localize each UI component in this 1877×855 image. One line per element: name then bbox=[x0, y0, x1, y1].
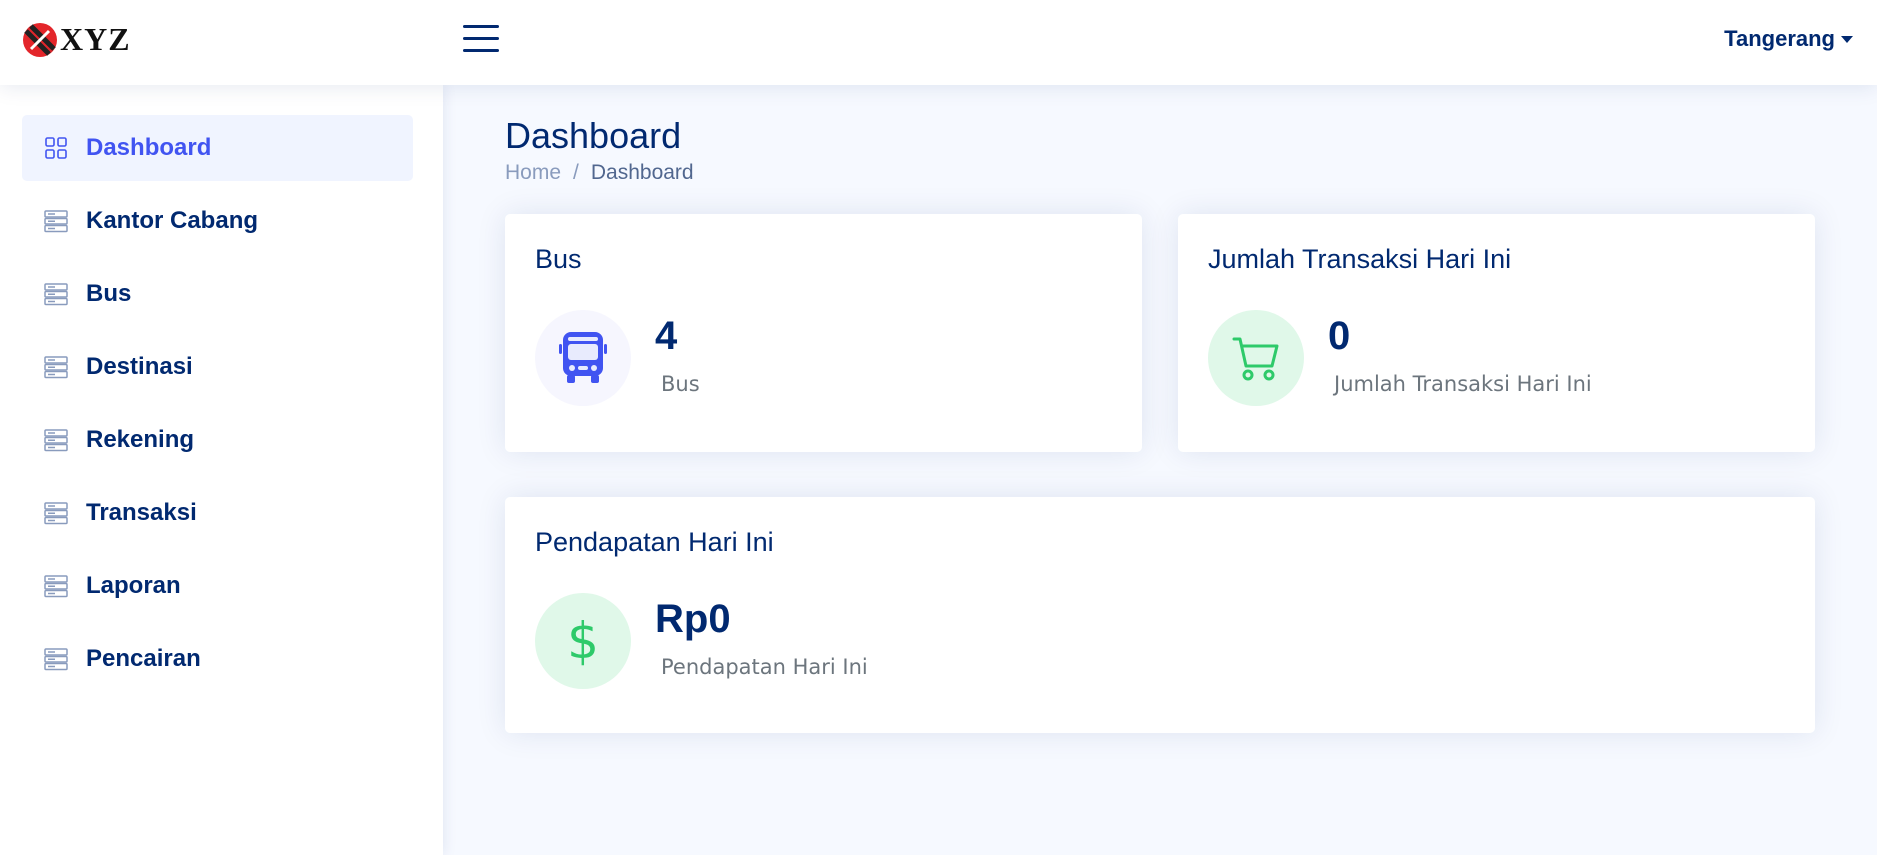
revenue-caption: Pendapatan Hari Ini bbox=[661, 655, 868, 679]
sidebar-item-label: Dashboard bbox=[86, 134, 212, 161]
sidebar-item-label: Destinasi bbox=[86, 353, 193, 380]
breadcrumb-current: Dashboard bbox=[590, 161, 694, 184]
revenue-card: Pendapatan Hari Ini $ Rp0 Pendapatan Har… bbox=[505, 497, 1815, 733]
dollar-icon-circle: $ bbox=[535, 593, 631, 689]
bus-caption: Bus bbox=[661, 372, 700, 396]
logo-text: XYZ bbox=[60, 21, 131, 57]
list-icon bbox=[44, 502, 68, 525]
sidebar-item-label: Laporan bbox=[86, 572, 181, 599]
hamburger-icon bbox=[463, 25, 499, 28]
transactions-count: 0 bbox=[1328, 314, 1351, 358]
grid-icon bbox=[45, 137, 67, 159]
sidebar-item-label: Rekening bbox=[86, 426, 195, 453]
revenue-amount: Rp0 bbox=[655, 597, 731, 641]
bus-icon-circle bbox=[535, 310, 631, 406]
bus-card: Bus 4 Bus bbox=[505, 214, 1142, 452]
list-icon bbox=[44, 575, 68, 598]
branch-label: Tangerang bbox=[1724, 26, 1835, 51]
sidebar-toggle-button[interactable] bbox=[463, 25, 499, 55]
sidebar-item-label: Bus bbox=[86, 280, 132, 307]
sidebar-item-label: Pencairan bbox=[86, 645, 201, 672]
dollar-icon: $ bbox=[567, 612, 599, 670]
caret-down-icon bbox=[1841, 35, 1853, 43]
sidebar-item-destinasi[interactable]: Destinasi bbox=[22, 334, 413, 400]
logo-mark-icon bbox=[23, 22, 57, 57]
sidebar-item-label: Transaksi bbox=[86, 499, 197, 526]
card-title: Pendapatan Hari Ini bbox=[535, 527, 774, 557]
logo[interactable]: XYZ bbox=[22, 21, 131, 58]
breadcrumb-home-link[interactable]: Home bbox=[505, 161, 561, 185]
list-icon bbox=[44, 210, 68, 233]
sidebar-item-laporan[interactable]: Laporan bbox=[22, 553, 413, 619]
bus-count: 4 bbox=[655, 314, 678, 358]
sidebar-item-bus[interactable]: Bus bbox=[22, 261, 413, 327]
branch-dropdown[interactable]: Tangerang bbox=[1724, 26, 1853, 52]
sidebar-item-transaksi[interactable]: Transaksi bbox=[22, 480, 413, 546]
transactions-card: Jumlah Transaksi Hari Ini 0 Jumlah Trans… bbox=[1178, 214, 1815, 452]
main-content: Dashboard Home / Dashboard Bus 4 Bus Jum… bbox=[443, 85, 1877, 855]
cart-icon bbox=[1232, 337, 1279, 381]
top-header: XYZ Tangerang bbox=[0, 0, 1877, 85]
list-icon bbox=[44, 429, 68, 452]
list-icon bbox=[44, 648, 68, 671]
sidebar-item-kantor-cabang[interactable]: Kantor Cabang bbox=[22, 188, 413, 254]
sidebar-item-pencairan[interactable]: Pencairan bbox=[22, 626, 413, 692]
sidebar-item-dashboard[interactable]: Dashboard bbox=[22, 115, 413, 181]
cart-icon-circle bbox=[1208, 310, 1304, 406]
list-icon bbox=[44, 283, 68, 306]
card-title: Bus bbox=[535, 244, 582, 274]
breadcrumb-separator: / bbox=[573, 161, 579, 184]
sidebar: Dashboard Kantor Cabang Bus Destinasi Re… bbox=[0, 85, 443, 855]
list-icon bbox=[44, 356, 68, 379]
sidebar-item-rekening[interactable]: Rekening bbox=[22, 407, 413, 473]
sidebar-item-label: Kantor Cabang bbox=[86, 207, 259, 234]
card-title: Jumlah Transaksi Hari Ini bbox=[1208, 244, 1512, 274]
bus-icon bbox=[559, 332, 607, 383]
page-title: Dashboard bbox=[505, 115, 682, 156]
transactions-caption: Jumlah Transaksi Hari Ini bbox=[1334, 372, 1592, 396]
breadcrumb: Home / Dashboard bbox=[505, 161, 694, 185]
